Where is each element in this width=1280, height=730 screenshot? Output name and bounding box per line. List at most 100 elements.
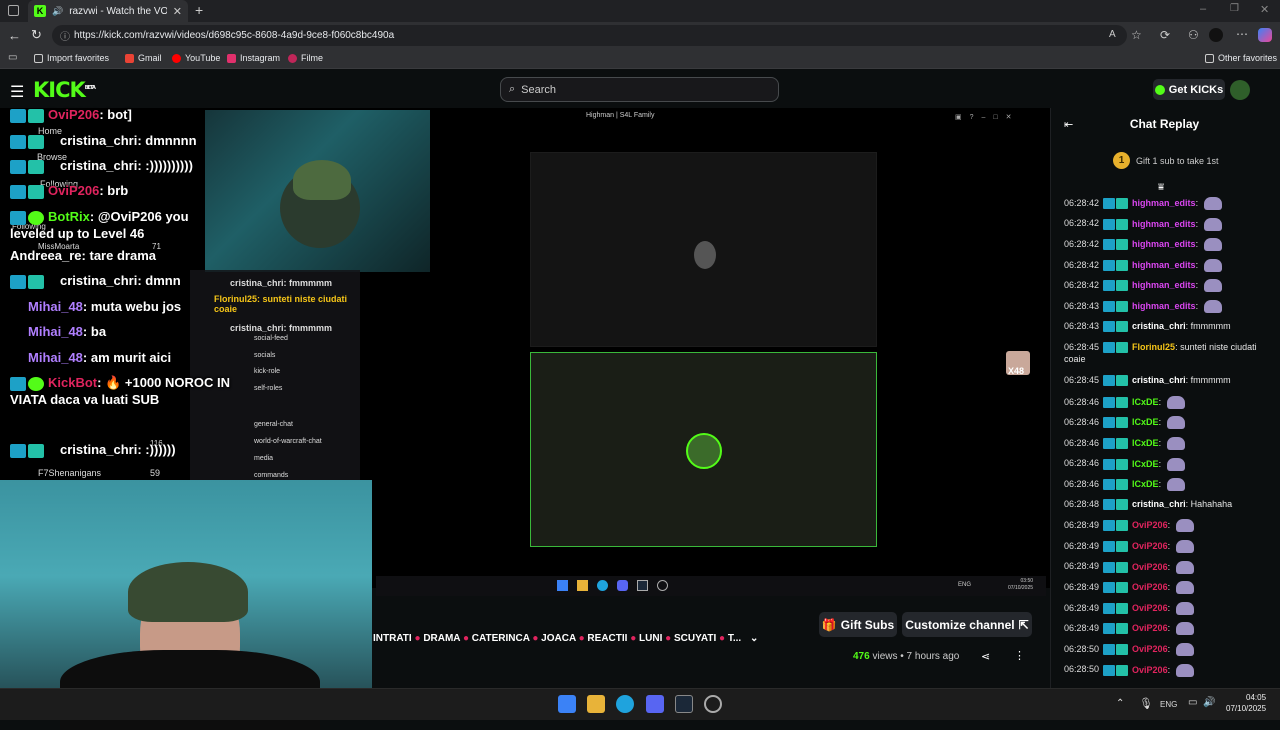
chat-username[interactable]: lCxDE bbox=[1132, 397, 1159, 407]
search-input[interactable]: ⌕ Search bbox=[500, 77, 779, 102]
microphone-icon[interactable]: 🎙 bbox=[1139, 697, 1153, 710]
favorite-gmail[interactable]: Gmail bbox=[125, 53, 162, 63]
read-aloud-icon[interactable]: A bbox=[1109, 29, 1116, 40]
overlay-user: cristina_chri bbox=[60, 133, 138, 148]
chat-username[interactable]: OviP206 bbox=[1132, 603, 1168, 613]
kick-logo[interactable]: KICKBETA bbox=[33, 78, 96, 102]
url-field[interactable]: ⓘ https://kick.com/razvwi/videos/d698c95… bbox=[52, 25, 1127, 46]
edge-icon[interactable] bbox=[616, 695, 634, 713]
sidebar-toggle-icon[interactable]: ▭ bbox=[8, 52, 17, 63]
chat-username[interactable]: lCxDE bbox=[1132, 417, 1159, 427]
chat-username[interactable]: lCxDE bbox=[1132, 458, 1159, 468]
badge-icon bbox=[1103, 218, 1116, 230]
discord-icon[interactable] bbox=[646, 695, 664, 713]
chat-username[interactable]: OviP206 bbox=[1132, 541, 1168, 551]
overlay-chat-line: Mihai_48: muta webu jos bbox=[28, 299, 182, 314]
refresh-icon[interactable]: ↻ bbox=[31, 27, 42, 43]
volume-icon[interactable]: 🔊 bbox=[1203, 697, 1215, 708]
tag[interactable]: INTRATI bbox=[373, 633, 412, 644]
copilot-icon[interactable] bbox=[1258, 28, 1272, 42]
badge-icon bbox=[1103, 342, 1116, 354]
maximize-icon[interactable]: ❐ bbox=[1230, 3, 1239, 14]
voice-tile-top bbox=[530, 152, 877, 347]
overlay-text: ba bbox=[90, 324, 107, 339]
chat-username[interactable]: highman_edits bbox=[1132, 301, 1196, 311]
badge-icon bbox=[10, 274, 26, 289]
favorite-instagram[interactable]: Instagram bbox=[227, 53, 280, 63]
tag[interactable]: DRAMA bbox=[423, 633, 460, 644]
more-options-icon[interactable]: ⋮ bbox=[1014, 649, 1025, 662]
overlay-chat-line: cristina_chri: dmnn bbox=[10, 273, 181, 289]
chat-username[interactable]: lCxDE bbox=[1132, 438, 1159, 448]
user-avatar[interactable] bbox=[1230, 80, 1250, 100]
chevron-down-icon[interactable]: ⌄ bbox=[750, 633, 758, 644]
chat-username[interactable]: cristina_chri bbox=[1132, 375, 1186, 385]
chat-username[interactable]: lCxDE bbox=[1132, 479, 1159, 489]
chat-username[interactable]: cristina_chri bbox=[1132, 499, 1186, 509]
tag[interactable]: LUNI bbox=[639, 633, 662, 644]
chat-username[interactable]: OviP206 bbox=[1132, 582, 1168, 592]
new-tab-icon[interactable]: + bbox=[195, 2, 203, 18]
chat-message: 06:28:49 OviP206: bbox=[1064, 540, 1194, 553]
instagram-icon bbox=[227, 53, 236, 63]
collections-icon[interactable]: ⚇ bbox=[1188, 28, 1199, 42]
tag[interactable]: JOACA bbox=[541, 633, 576, 644]
chat-username[interactable]: highman_edits bbox=[1132, 198, 1196, 208]
pinned-toggle-icon[interactable]: ⩸ bbox=[1158, 182, 1164, 193]
hamburger-menu-icon[interactable]: ☰ bbox=[10, 82, 24, 102]
tag-separator-icon: ● bbox=[665, 633, 672, 644]
tag[interactable]: SCUYATI bbox=[674, 633, 716, 644]
windows-start-icon[interactable] bbox=[558, 695, 576, 713]
chat-username[interactable]: cristina_chri bbox=[1132, 321, 1186, 331]
minimize-icon[interactable]: – bbox=[1200, 3, 1206, 15]
steam-icon[interactable] bbox=[675, 695, 693, 713]
favorite-star-icon[interactable]: ☆ bbox=[1131, 28, 1142, 42]
get-kicks-button[interactable]: Get KICKs bbox=[1153, 79, 1225, 100]
chat-username[interactable]: OviP206 bbox=[1132, 561, 1168, 571]
tab-close-icon[interactable]: ✕ bbox=[173, 5, 182, 18]
chat-username[interactable]: highman_edits bbox=[1132, 280, 1196, 290]
tag[interactable]: CATERINCA bbox=[472, 633, 530, 644]
chat-username[interactable]: highman_edits bbox=[1132, 260, 1196, 270]
other-favorites[interactable]: Other favorites bbox=[1205, 53, 1277, 63]
sidebar-user[interactable]: F7Shenanigans bbox=[38, 468, 101, 478]
tab-audio-icon[interactable]: 🔊 bbox=[52, 6, 63, 17]
gift-leaderboard[interactable]: 1 Gift 1 sub to take 1st bbox=[1113, 152, 1219, 169]
badge-icon bbox=[10, 443, 26, 458]
overlay-text: muta webu jos bbox=[90, 299, 182, 314]
share-icon[interactable]: ⋖ bbox=[981, 650, 990, 663]
chat-username[interactable]: OviP206 bbox=[1132, 623, 1168, 633]
language-indicator[interactable]: ENG bbox=[1160, 700, 1177, 709]
favorite-import[interactable]: Import favorites bbox=[34, 53, 109, 63]
network-icon[interactable]: ▭ bbox=[1188, 697, 1197, 708]
extensions-icon[interactable]: ⟳ bbox=[1160, 28, 1170, 42]
chat-username[interactable]: OviP206 bbox=[1132, 520, 1168, 530]
badge-icon bbox=[28, 443, 44, 458]
favorite-youtube[interactable]: YouTube bbox=[172, 53, 220, 63]
window-close-icon[interactable]: ✕ bbox=[1260, 3, 1269, 16]
tray-chevron-icon[interactable]: ⌃ bbox=[1116, 698, 1124, 709]
gift-subs-button[interactable]: 🎁 Gift Subs bbox=[819, 612, 897, 637]
tag[interactable]: REACTII bbox=[587, 633, 627, 644]
tab-actions-icon[interactable] bbox=[8, 5, 19, 16]
chat-timestamp: 06:28:46 bbox=[1064, 417, 1100, 428]
app-icon[interactable] bbox=[704, 695, 722, 713]
chat-username[interactable]: highman_edits bbox=[1132, 218, 1196, 228]
taskbar-clock[interactable]: 04:05 07/10/2025 bbox=[1226, 692, 1266, 714]
chat-username[interactable]: Florinul25 bbox=[1132, 342, 1175, 352]
browser-tab[interactable]: K 🔊 razvwi - Watch the VOD on K ✕ bbox=[28, 0, 188, 22]
site-info-icon[interactable]: ⓘ bbox=[60, 28, 70, 43]
back-icon[interactable]: ← bbox=[8, 28, 21, 43]
tag[interactable]: T... bbox=[728, 633, 741, 644]
customize-channel-button[interactable]: Customize channel ⇱ bbox=[902, 612, 1032, 637]
chat-username[interactable]: highman_edits bbox=[1132, 239, 1196, 249]
more-menu-icon[interactable]: ⋯ bbox=[1236, 27, 1248, 41]
profile-avatar[interactable] bbox=[1209, 28, 1223, 42]
favorite-filme[interactable]: Filme bbox=[288, 53, 323, 63]
chat-username[interactable]: OviP206 bbox=[1132, 644, 1168, 654]
voice-tile-bottom bbox=[530, 352, 877, 547]
chat-timestamp: 06:28:42 bbox=[1064, 239, 1100, 250]
file-explorer-icon[interactable] bbox=[587, 695, 605, 713]
badge-icon bbox=[10, 108, 26, 123]
chat-username[interactable]: OviP206 bbox=[1132, 664, 1168, 674]
